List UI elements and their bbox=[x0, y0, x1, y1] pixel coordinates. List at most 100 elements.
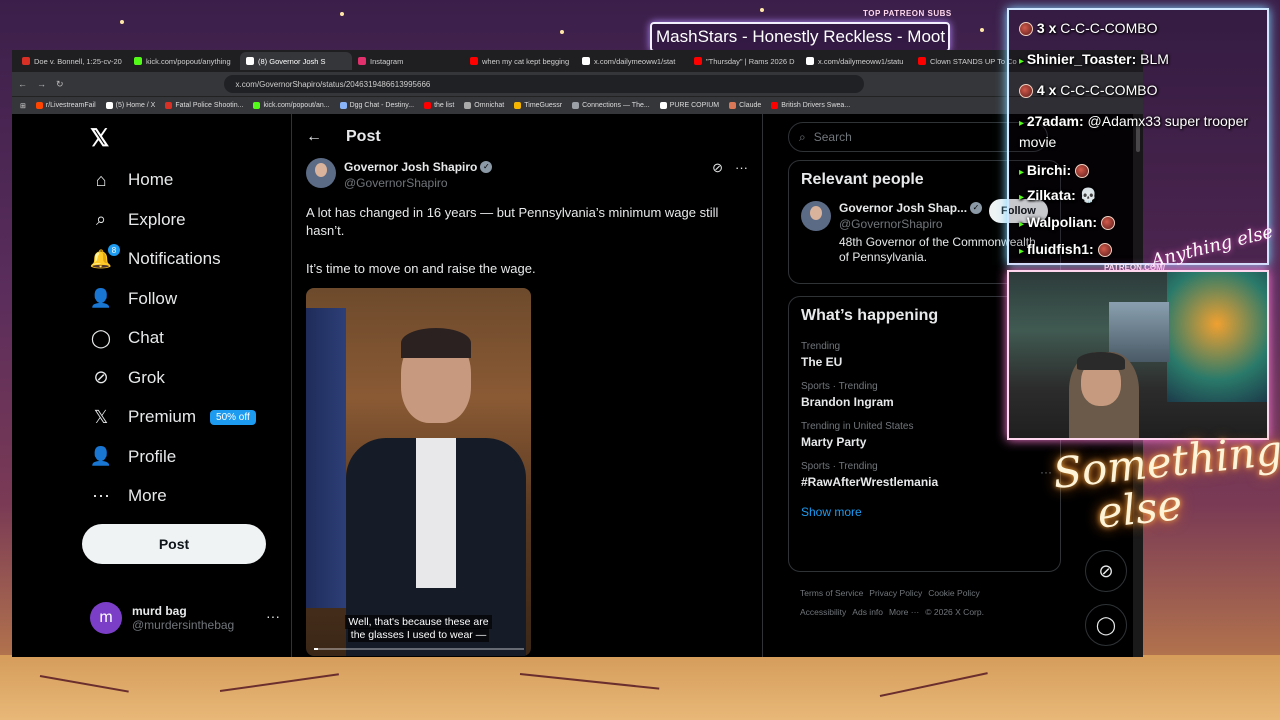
nav-item-premium[interactable]: 𝕏 Premium 50% off bbox=[90, 403, 256, 431]
post-video[interactable]: Well, that's because these are the glass… bbox=[306, 288, 531, 656]
reload-icon[interactable]: ↻ bbox=[56, 79, 64, 90]
chat-message: ▸ fluidfish1: bbox=[1019, 241, 1112, 258]
account-handle: @murdersinthebag bbox=[132, 618, 235, 632]
bookmark-item[interactable]: PURE COPIUM bbox=[659, 102, 719, 109]
author-name[interactable]: Governor Josh Shapiro bbox=[344, 160, 477, 174]
video-progress-fill bbox=[314, 648, 319, 650]
footer-link[interactable]: Accessibility bbox=[800, 607, 846, 617]
author-avatar[interactable] bbox=[306, 158, 336, 188]
page-title: Post bbox=[346, 128, 381, 145]
browser-tab[interactable]: kick.com/popout/anything bbox=[128, 52, 240, 70]
tab-label: "Thursday" | Rams 2026 D bbox=[706, 56, 795, 66]
grok-float-button[interactable]: ⊘ bbox=[1085, 550, 1127, 592]
bookmark-favicon-icon bbox=[572, 102, 580, 109]
nav-item-follow[interactable]: 👤 Follow bbox=[90, 285, 177, 313]
browser-tab[interactable]: Instagram bbox=[352, 52, 464, 70]
browser-tab[interactable]: x.com/dailymeoww1/statu bbox=[800, 52, 912, 70]
nav-item-explore[interactable]: ⌕ Explore bbox=[90, 206, 186, 234]
nav-item-profile[interactable]: 👤 Profile bbox=[90, 443, 176, 471]
post-author[interactable]: Governor Josh Shapiro ✓ @GovernorShapiro bbox=[306, 158, 493, 190]
footer-link[interactable]: Privacy Policy bbox=[869, 588, 922, 598]
footer-link[interactable]: © 2026 X Corp. bbox=[925, 607, 984, 617]
tab-favicon-icon bbox=[22, 57, 30, 65]
back-icon[interactable]: ← bbox=[18, 79, 27, 89]
browser-tab[interactable]: "Thursday" | Rams 2026 D bbox=[688, 52, 800, 70]
nav-label: Grok bbox=[128, 367, 165, 387]
bookmark-label: Omnichat bbox=[474, 102, 505, 109]
bookmark-item[interactable]: British Drivers Swea... bbox=[771, 102, 850, 109]
more-dots-icon[interactable]: ··· bbox=[1040, 465, 1052, 479]
nav-item-more[interactable]: ⋯ More bbox=[90, 482, 167, 510]
chat-float-button[interactable]: ◯ bbox=[1085, 604, 1127, 646]
nav-label: More bbox=[128, 486, 167, 505]
relevant-name[interactable]: Governor Josh Shap... bbox=[839, 201, 967, 215]
forward-icon[interactable]: → bbox=[37, 79, 46, 89]
bookmark-label: r/LivestreamFail bbox=[45, 102, 96, 109]
chat-badge-icon: ▸ bbox=[1019, 118, 1027, 129]
tab-favicon-icon bbox=[694, 57, 702, 65]
tab-label: x.com/dailymeoww1/statu bbox=[818, 56, 904, 66]
stream-chat-overlay: 3 x C-C-C-COMBO ▸ Shinier_Toaster: BLM 4 … bbox=[1007, 8, 1269, 265]
apps-icon[interactable]: ⊞ bbox=[20, 102, 26, 110]
back-arrow-icon[interactable]: ← bbox=[306, 128, 322, 146]
bookmark-item[interactable]: the list bbox=[424, 102, 454, 109]
browser-tab[interactable]: Doe v. Bonnell, 1:25-cv-20 bbox=[16, 52, 128, 70]
chat-username: Walpolian: bbox=[1026, 214, 1098, 230]
nav-item-notifications[interactable]: 🔔 8 Notifications bbox=[90, 244, 221, 273]
nav-item-grok[interactable]: ⊘ Grok bbox=[90, 364, 165, 392]
nav-label: Profile bbox=[128, 446, 177, 466]
tab-favicon-icon bbox=[134, 57, 142, 65]
url-text: x.com/GovernorShapiro/status/20463194866… bbox=[235, 79, 431, 89]
footer-link[interactable]: More ··· bbox=[889, 607, 919, 617]
url-input[interactable]: x.com/GovernorShapiro/status/20463194866… bbox=[223, 75, 864, 93]
trend-item[interactable]: Sports · Trending #RawAfterWrestlemania ··… bbox=[789, 455, 1060, 495]
bookmark-item[interactable]: Connections — The... bbox=[572, 102, 650, 109]
bookmark-label: kick.com/popout/an... bbox=[263, 102, 330, 109]
speaker-image bbox=[346, 328, 526, 656]
bookmark-favicon-icon bbox=[105, 102, 113, 109]
author-handle[interactable]: @GovernorShapiro bbox=[344, 176, 492, 190]
bookmark-item[interactable]: (5) Home / X bbox=[105, 102, 155, 109]
nav-label: Explore bbox=[128, 209, 186, 229]
post-button[interactable]: Post bbox=[82, 524, 266, 564]
browser-tab[interactable]: when my cat kept begging bbox=[464, 52, 576, 70]
more-dots-icon[interactable]: ··· bbox=[266, 608, 280, 624]
browser-tab[interactable]: (8) Governor Josh S bbox=[240, 52, 352, 70]
chat-message: ▸ 27adam: @Adamx33 super trooper bbox=[1019, 113, 1248, 129]
chat-username: Zilkata: bbox=[1026, 187, 1076, 203]
footer-link[interactable]: Cookie Policy bbox=[928, 588, 980, 598]
nav-item-home[interactable]: ⌂ Home bbox=[90, 166, 174, 194]
chat-message: 3 x C-C-C-COMBO bbox=[1019, 20, 1157, 37]
footer-links: Terms of Service Privacy Policy Cookie Pol… bbox=[800, 584, 1060, 622]
grok-icon[interactable]: ⊘ bbox=[712, 160, 723, 176]
account-name: murd bag bbox=[132, 604, 187, 618]
footer-link[interactable]: Ads info bbox=[852, 607, 883, 617]
bookmark-item[interactable]: Fatal Police Shootin... bbox=[165, 102, 243, 109]
bookmark-item[interactable]: Claude bbox=[729, 102, 761, 109]
profile-icon: 👤 bbox=[89, 446, 113, 466]
more-dots-icon[interactable]: ··· bbox=[735, 160, 748, 176]
browser-tab[interactable]: x.com/dailymeoww1/stat bbox=[576, 52, 688, 70]
bookmark-item[interactable]: r/LivestreamFail bbox=[35, 102, 96, 109]
flag-image bbox=[306, 308, 346, 608]
bookmark-item[interactable]: Dgg Chat - Destiny... bbox=[339, 102, 414, 109]
nav-item-chat[interactable]: ◯ Chat bbox=[90, 324, 164, 352]
x-logo-icon[interactable]: 𝕏 bbox=[90, 124, 109, 153]
bookmark-item[interactable]: kick.com/popout/an... bbox=[253, 102, 330, 109]
search-icon: ⌕ bbox=[95, 209, 107, 229]
bookmark-favicon-icon bbox=[514, 102, 522, 109]
video-progress[interactable] bbox=[314, 648, 524, 650]
bookmark-item[interactable]: Omnichat bbox=[464, 102, 504, 109]
chat-username: Shinier_Toaster: bbox=[1026, 51, 1137, 67]
tab-label: when my cat kept begging bbox=[482, 56, 570, 66]
bookmark-item[interactable]: TimeGuessr bbox=[514, 102, 562, 109]
footer-link[interactable]: Terms of Service bbox=[800, 588, 863, 598]
chat-badge-icon: ▸ bbox=[1019, 246, 1027, 257]
show-more-link[interactable]: Show more bbox=[789, 495, 1060, 529]
nav-label: Follow bbox=[128, 288, 178, 308]
tab-label: (8) Governor Josh S bbox=[258, 56, 326, 66]
tab-label: x.com/dailymeoww1/stat bbox=[594, 56, 676, 66]
tab-favicon-icon bbox=[806, 57, 814, 65]
relevant-avatar[interactable] bbox=[801, 201, 831, 231]
account-switcher[interactable]: m murd bag @murdersinthebag ··· bbox=[90, 602, 280, 634]
